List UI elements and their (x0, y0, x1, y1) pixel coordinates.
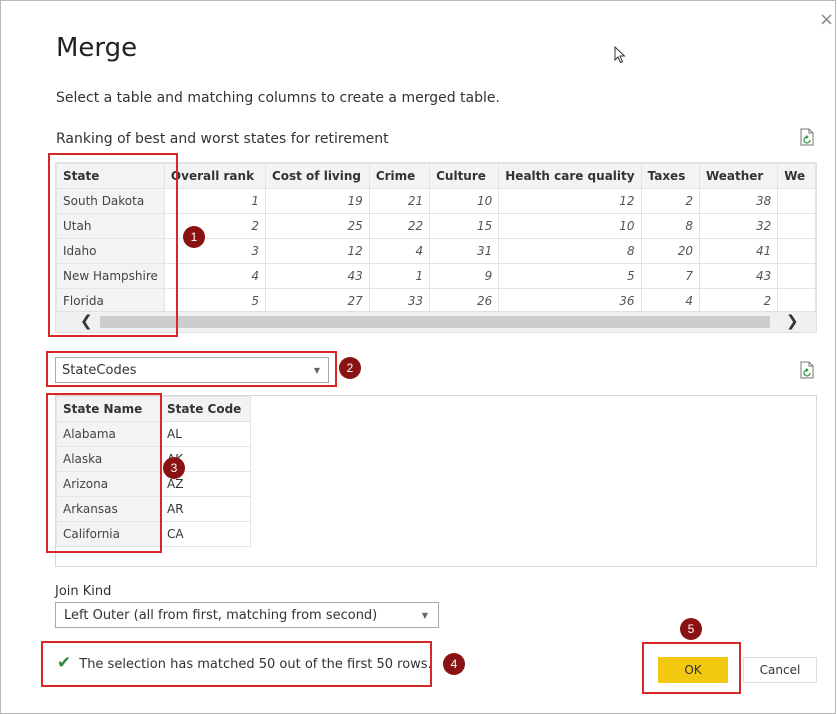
table-cell: 1 (163, 188, 266, 214)
table-cell: 1 (368, 263, 431, 289)
table-cell: 43 (264, 263, 370, 289)
annotation-badge-1: 1 (183, 226, 205, 248)
column-header[interactable]: Taxes (640, 163, 700, 189)
table-cell: CA (160, 521, 251, 547)
table-cell: 21 (368, 188, 431, 214)
table-cell: 43 (698, 263, 779, 289)
table-cell: 3 (163, 238, 266, 264)
merge-dialog: × Merge Select a table and matching colu… (0, 0, 836, 714)
column-header[interactable]: Cost of living (264, 163, 370, 189)
table-cell: 5 (498, 263, 642, 289)
dialog-title: Merge (56, 33, 138, 63)
column-header[interactable]: State Code (160, 396, 251, 422)
table-cell: 26 (429, 288, 500, 313)
table-cell: 2 (163, 213, 266, 239)
table-cell: 9 (429, 263, 500, 289)
table-cell: 32 (698, 213, 779, 239)
table-cell: 2 (698, 288, 779, 313)
join-kind-label: Join Kind (55, 584, 112, 599)
table-cell (777, 238, 816, 264)
table-cell (777, 263, 816, 289)
table-cell (777, 288, 816, 313)
close-icon[interactable]: × (819, 11, 834, 29)
table-cell: 10 (429, 188, 500, 214)
annotation-box-4 (41, 641, 432, 687)
table-cell: 12 (498, 188, 642, 214)
table-cell: 41 (698, 238, 779, 264)
table-cell: 7 (640, 263, 700, 289)
table-cell: 4 (163, 263, 266, 289)
table-cell: 8 (498, 238, 642, 264)
table-cell: 33 (368, 288, 431, 313)
scroll-right-icon[interactable]: ❯ (786, 312, 799, 330)
annotation-badge-4: 4 (443, 653, 465, 675)
table-cell: 10 (498, 213, 642, 239)
join-kind-select[interactable]: Left Outer (all from first, matching fro… (55, 602, 439, 628)
table-cell (777, 213, 816, 239)
table-cell: 12 (264, 238, 370, 264)
table-cell: 4 (640, 288, 700, 313)
cancel-button[interactable]: Cancel (743, 657, 817, 683)
annotation-box-5 (642, 642, 741, 694)
annotation-box-3 (46, 393, 162, 553)
table-cell: 38 (698, 188, 779, 214)
column-header[interactable]: Culture (429, 163, 500, 189)
annotation-badge-2: 2 (339, 357, 361, 379)
chevron-down-icon: ▼ (421, 611, 428, 620)
table-cell (777, 188, 816, 214)
annotation-badge-5: 5 (680, 618, 702, 640)
column-header[interactable]: Weather (698, 163, 779, 189)
scrollbar-thumb[interactable] (100, 316, 770, 328)
table-cell: AL (160, 421, 251, 447)
annotation-badge-3: 3 (163, 457, 185, 479)
table-cell: 19 (264, 188, 370, 214)
table-cell: 31 (429, 238, 500, 264)
table-cell: 22 (368, 213, 431, 239)
table-cell: 36 (498, 288, 642, 313)
table-cell: 2 (640, 188, 700, 214)
refresh-icon[interactable] (799, 361, 815, 379)
refresh-icon[interactable] (799, 128, 815, 146)
mouse-cursor-icon (614, 45, 626, 68)
column-header[interactable]: Overall rank (163, 163, 266, 189)
dialog-subtitle: Select a table and matching columns to c… (56, 90, 500, 106)
second-table-preview: State Name State Code Alabama AL Alaska … (55, 395, 817, 567)
column-header[interactable]: We (777, 163, 816, 189)
table-cell: 27 (264, 288, 370, 313)
table-cell: 25 (264, 213, 370, 239)
join-kind-value: Left Outer (all from first, matching fro… (64, 608, 378, 623)
annotation-box-1 (48, 153, 178, 337)
table-cell: 4 (368, 238, 431, 264)
table-cell: 5 (163, 288, 266, 313)
table-cell: 15 (429, 213, 500, 239)
annotation-box-2 (46, 351, 337, 387)
table-cell: 20 (640, 238, 700, 264)
column-header[interactable]: Health care quality (498, 163, 642, 189)
table-cell: 8 (640, 213, 700, 239)
first-table-name: Ranking of best and worst states for ret… (56, 131, 389, 147)
table-cell: AR (160, 496, 251, 522)
column-header[interactable]: Crime (368, 163, 431, 189)
